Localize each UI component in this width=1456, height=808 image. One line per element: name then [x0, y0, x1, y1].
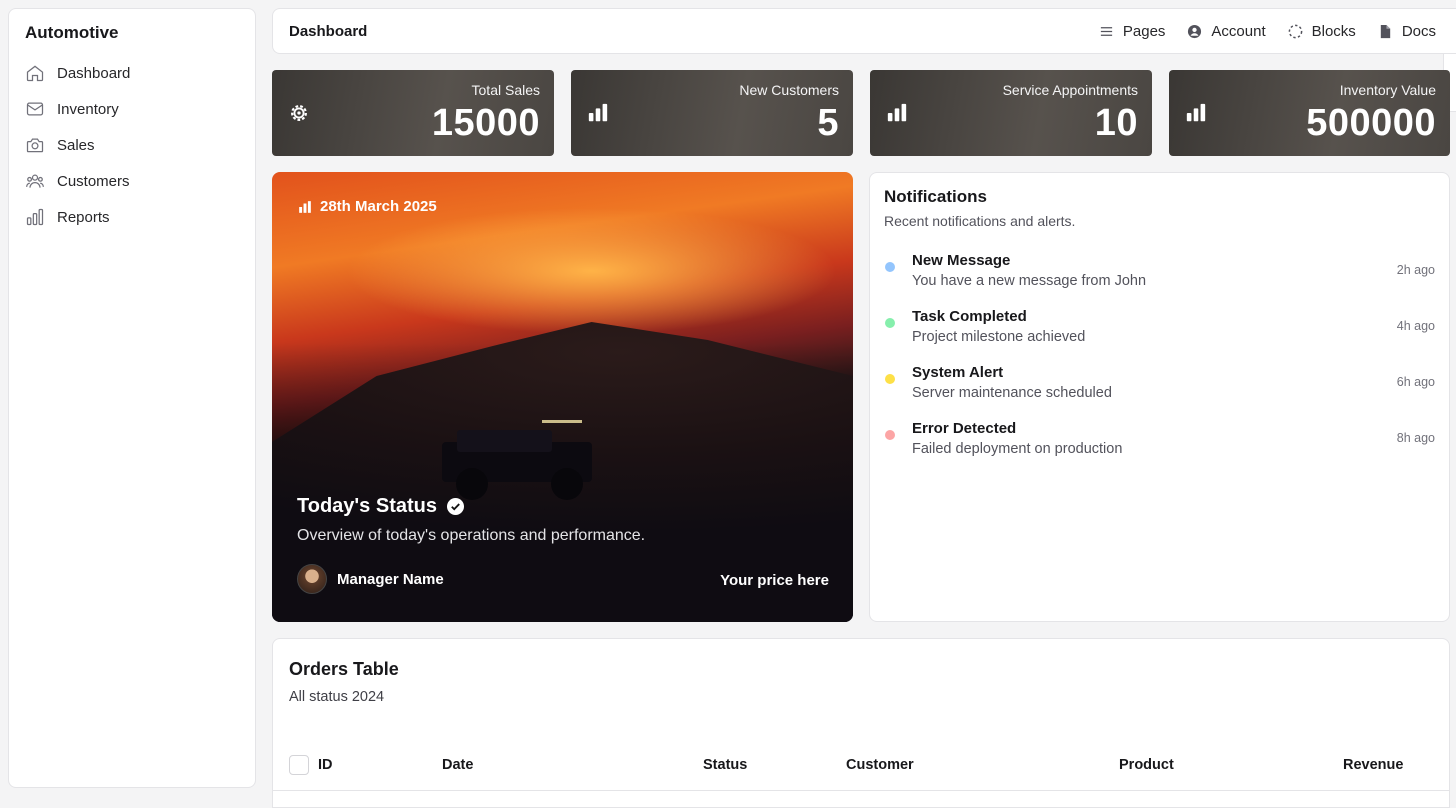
bar-chart-icon [887, 103, 907, 122]
manager-name: Manager Name [337, 570, 444, 588]
users-icon [25, 171, 57, 191]
sidebar-item-dashboard[interactable]: Dashboard [25, 55, 239, 91]
hero-price: Your price here [720, 572, 829, 589]
sidebar-item-reports[interactable]: Reports [25, 199, 239, 235]
stat-card-new-customers[interactable]: New Customers 5 [571, 70, 853, 156]
stat-card-total-sales[interactable]: Total Sales 15000 [272, 70, 554, 156]
manager-info[interactable]: Manager Name [297, 564, 444, 594]
column-header-customer[interactable]: Customer [846, 757, 914, 773]
notification-time: 6h ago [1396, 375, 1435, 389]
column-header-date[interactable]: Date [442, 757, 473, 773]
camera-icon [25, 135, 57, 155]
nav-link-pages[interactable]: Pages [1099, 22, 1166, 40]
notifications-subtitle: Recent notifications and alerts. [884, 213, 1076, 229]
file-icon [1380, 24, 1390, 38]
status-dot [885, 262, 895, 272]
status-dot [885, 374, 895, 384]
nav-link-label: Account [1211, 22, 1266, 40]
notification-time: 8h ago [1396, 431, 1435, 445]
nav-link-label: Blocks [1311, 22, 1356, 40]
sidebar-item-label: Customers [57, 172, 130, 190]
stat-label: Inventory Value [1339, 82, 1436, 98]
column-header-status[interactable]: Status [703, 757, 747, 773]
notification-item[interactable]: New Message You have a new message from … [884, 251, 1435, 307]
status-hero-card[interactable]: 28th March 2025 Today's Status Overview … [272, 172, 853, 622]
avatar [297, 564, 327, 594]
nav-link-label: Docs [1401, 22, 1436, 40]
notification-item[interactable]: System Alert Server maintenance schedule… [884, 363, 1435, 419]
sidebar-item-label: Reports [57, 208, 110, 226]
notification-desc: Failed deployment on production [912, 441, 1123, 457]
column-header-revenue[interactable]: Revenue [1343, 757, 1403, 773]
stat-label: Service Appointments [1002, 82, 1138, 98]
notification-title: Error Detected [912, 420, 1017, 437]
sidebar-item-customers[interactable]: Customers [25, 163, 239, 199]
stat-card-service-appointments[interactable]: Service Appointments 10 [870, 70, 1152, 156]
stat-card-inventory-value[interactable]: Inventory Value 500000 [1169, 70, 1450, 156]
nav-link-label: Pages [1122, 22, 1166, 40]
notification-item[interactable]: Task Completed Project milestone achieve… [884, 307, 1435, 363]
orders-title: Orders Table [289, 659, 399, 679]
notification-title: New Message [912, 252, 1011, 269]
stat-value: 5 [817, 102, 839, 144]
nav-link-blocks[interactable]: Blocks [1288, 23, 1356, 40]
notification-item[interactable]: Error Detected Failed deployment on prod… [884, 419, 1435, 475]
hero-title: Today's Status [297, 495, 464, 518]
notification-desc: Project milestone achieved [912, 329, 1086, 345]
select-all-checkbox[interactable] [289, 755, 309, 775]
status-dot [885, 430, 895, 440]
status-dot [885, 318, 895, 328]
user-circle-icon [1188, 24, 1202, 38]
bar-chart-icon [588, 103, 608, 122]
nav-link-account[interactable]: Account [1187, 22, 1266, 40]
column-header-product[interactable]: Product [1119, 757, 1174, 773]
hero-subtitle: Overview of today's operations and perfo… [297, 527, 646, 544]
stat-value: 500000 [1306, 102, 1436, 144]
notification-title: Task Completed [912, 308, 1027, 325]
sidebar-item-label: Inventory [57, 100, 119, 118]
stat-value: 10 [1094, 102, 1138, 144]
page-title: Dashboard [289, 22, 368, 40]
nav-link-docs[interactable]: Docs [1378, 23, 1436, 40]
sidebar-item-label: Dashboard [57, 64, 131, 82]
dashed-circle-icon [1288, 24, 1302, 38]
menu-icon [1100, 26, 1112, 36]
notification-desc: You have a new message from John [912, 273, 1147, 289]
stats-row: Total Sales 15000 New Customers 5 Servic… [272, 70, 1450, 156]
check-circle-icon [446, 498, 464, 515]
notifications-card: Notifications Recent notifications and a… [869, 172, 1450, 622]
stat-label: Total Sales [471, 82, 540, 98]
sidebar: Automotive Dashboard Inventory Sales Cus… [8, 8, 256, 788]
notification-title: System Alert [912, 364, 1004, 381]
hero-date-text: 28th March 2025 [320, 198, 437, 215]
bar-chart-icon [25, 207, 57, 227]
stat-label: New Customers [739, 82, 839, 98]
top-bar: Dashboard Pages Account Blocks Docs [272, 8, 1456, 54]
table-header: ID Date Status Customer Product Revenue [273, 747, 1449, 791]
stat-value: 15000 [431, 102, 540, 144]
sidebar-item-sales[interactable]: Sales [25, 127, 239, 163]
hero-date: 28th March 2025 [298, 198, 437, 215]
notification-time: 2h ago [1396, 263, 1435, 277]
orders-subtitle: All status 2024 [289, 689, 385, 705]
sidebar-item-inventory[interactable]: Inventory [25, 91, 239, 127]
notification-desc: Server maintenance scheduled [912, 385, 1112, 401]
column-header-id[interactable]: ID [318, 757, 333, 773]
notification-time: 4h ago [1396, 319, 1435, 333]
hero-title-text: Today's Status [297, 495, 437, 517]
gear-icon [291, 105, 307, 121]
brand-title: Automotive [25, 23, 119, 42]
sidebar-item-label: Sales [57, 136, 95, 154]
bar-chart-icon [1186, 103, 1206, 122]
orders-table-card: Orders Table All status 2024 ID Date Sta… [272, 638, 1450, 808]
mail-icon [25, 99, 57, 119]
notifications-title: Notifications [884, 187, 987, 206]
home-icon [25, 63, 57, 83]
bar-chart-icon [299, 200, 311, 213]
